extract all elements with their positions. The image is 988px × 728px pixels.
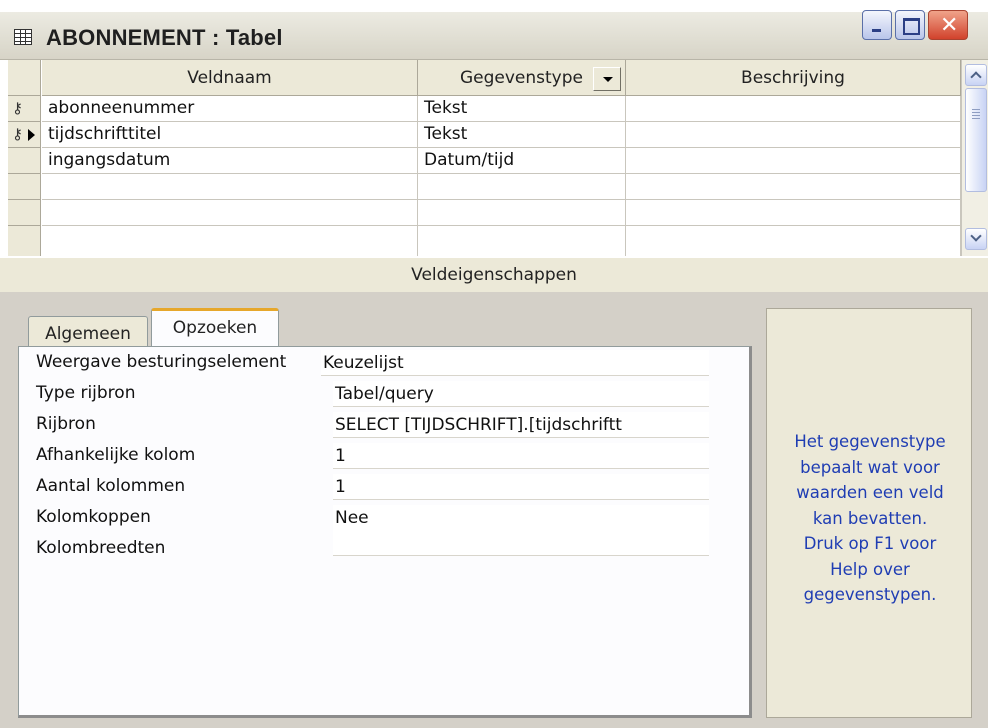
scroll-up-button[interactable]: [965, 64, 987, 86]
primary-key-icon: ⚷: [12, 99, 23, 117]
chevron-down-icon: [970, 230, 982, 242]
field-name-cell[interactable]: [42, 200, 418, 226]
field-description-cell[interactable]: [626, 174, 961, 200]
row-selector[interactable]: [8, 148, 41, 174]
field-name-cell[interactable]: tijdschrifttitel: [42, 122, 418, 148]
close-button[interactable]: ✕: [928, 10, 968, 40]
property-value-row-source-type[interactable]: Tabel/query: [333, 381, 709, 407]
property-value-column-heads[interactable]: Nee: [333, 505, 709, 531]
help-line: Help over: [830, 559, 910, 579]
primary-key-icon: ⚷: [12, 125, 23, 143]
field-type-cell[interactable]: [418, 226, 626, 256]
field-type-cell[interactable]: Tekst: [418, 122, 626, 148]
window-title: ABONNEMENT : Tabel: [46, 25, 283, 50]
field-type-cell[interactable]: Tekst: [418, 96, 626, 122]
help-line: kan bevatten.: [812, 508, 928, 528]
field-description-cell[interactable]: [626, 200, 961, 226]
field-description-cell[interactable]: [626, 122, 961, 148]
property-label-display-control: Weergave besturingselement: [36, 352, 287, 372]
property-label-bound-column: Afhankelijke kolom: [36, 445, 196, 465]
property-label-column-heads: Kolomkoppen: [36, 507, 151, 527]
table-icon: [14, 29, 32, 45]
field-properties-header: Veldeigenschappen: [0, 256, 988, 292]
minimize-button[interactable]: [862, 10, 892, 40]
tab-algemeen[interactable]: Algemeen: [28, 316, 148, 348]
field-type-cell[interactable]: [418, 174, 626, 200]
field-description-cell[interactable]: [626, 96, 961, 122]
column-header-veldnaam[interactable]: Veldnaam: [42, 60, 418, 96]
grid-vertical-scrollbar[interactable]: [961, 60, 988, 256]
row-selector[interactable]: [8, 200, 41, 226]
property-label-row-source: Rijbron: [36, 414, 96, 434]
chevron-up-icon: [970, 71, 982, 83]
field-type-cell[interactable]: [418, 200, 626, 226]
property-label-row-source-type: Type rijbron: [36, 383, 136, 403]
current-row-arrow-icon: [28, 129, 35, 141]
field-type-cell[interactable]: Datum/tijd: [418, 148, 626, 174]
property-label-column-count: Aantal kolommen: [36, 476, 186, 496]
property-value-row-source[interactable]: SELECT [TIJDSCHRIFT].[tijdschriftt: [333, 412, 709, 438]
row-selector-current[interactable]: ⚷: [8, 122, 41, 148]
row-selector[interactable]: ⚷: [8, 96, 41, 122]
maximize-button[interactable]: [895, 10, 925, 40]
help-line: waarden een veld: [796, 483, 944, 502]
property-label-column-widths: Kolombreedten: [36, 538, 166, 558]
help-line: Het gegevenstype: [794, 432, 946, 451]
help-text: Het gegevenstype bepaalt wat voor waarde…: [773, 429, 967, 608]
property-value-column-count[interactable]: 1: [333, 474, 709, 500]
field-grid: Veldnaam Gegevenstype Beschrijving ⚷ abo…: [0, 60, 988, 256]
type-dropdown-button[interactable]: [593, 67, 621, 91]
scroll-down-button[interactable]: [965, 228, 987, 250]
help-pane: Het gegevenstype bepaalt wat voor waarde…: [766, 308, 972, 718]
property-value-column-widths[interactable]: [333, 530, 709, 556]
tab-opzoeken[interactable]: Opzoeken: [151, 308, 279, 348]
help-line: gegevenstypen.: [803, 585, 937, 604]
close-icon: ✕: [940, 13, 959, 38]
property-value-display-control[interactable]: Keuzelijst: [321, 350, 709, 376]
field-description-cell[interactable]: [626, 226, 961, 256]
window-titlebar[interactable]: ABONNEMENT : Tabel ✕: [0, 0, 988, 60]
help-line: Druk op F1 voor: [803, 534, 937, 553]
row-selector[interactable]: [8, 174, 41, 200]
column-header-beschrijving[interactable]: Beschrijving: [626, 60, 961, 96]
row-selector[interactable]: [8, 226, 41, 256]
field-name-cell[interactable]: ingangsdatum: [42, 148, 418, 174]
field-name-cell[interactable]: [42, 226, 418, 256]
property-value-bound-column[interactable]: 1: [333, 443, 709, 469]
titlebar-bar: ABONNEMENT : Tabel: [0, 12, 988, 60]
field-description-cell[interactable]: [626, 148, 961, 174]
help-line: bepaalt wat voor: [800, 457, 940, 477]
field-name-cell[interactable]: abonneenummer: [42, 96, 418, 122]
grid-corner[interactable]: [8, 60, 41, 96]
scroll-thumb[interactable]: [965, 88, 987, 192]
field-name-cell[interactable]: [42, 174, 418, 200]
